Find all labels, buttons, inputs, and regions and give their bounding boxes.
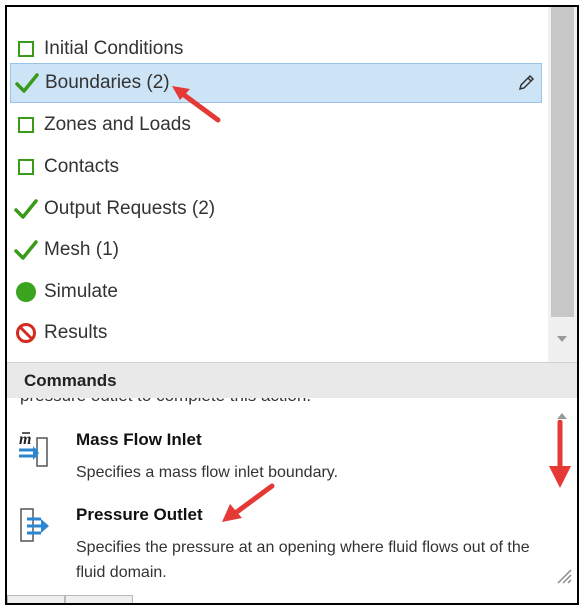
- scroll-down-icon[interactable]: [556, 335, 568, 343]
- no-entry-icon: [14, 321, 38, 345]
- cut-off-text: pressure outlet to complete this action.: [20, 398, 311, 406]
- tree-item-contacts[interactable]: Contacts: [10, 147, 542, 187]
- command-description: Specifies the pressure at an opening whe…: [76, 539, 530, 581]
- checkmark-icon: [14, 197, 38, 221]
- tree-item-zones-and-loads[interactable]: Zones and Loads: [10, 105, 542, 145]
- tree-item-label: Mesh (1): [44, 239, 119, 260]
- command-title: Pressure Outlet: [76, 505, 203, 524]
- mass-flow-inlet-icon: m: [17, 430, 53, 470]
- command-title: Mass Flow Inlet: [76, 430, 202, 449]
- checkmark-icon: [15, 71, 39, 95]
- command-description: Specifies a mass flow inlet boundary.: [76, 464, 339, 481]
- edit-pencil-icon[interactable]: [517, 74, 535, 98]
- tree-item-label: Zones and Loads: [44, 114, 191, 135]
- workflow-tree: Initial Conditions Boundaries (2) Zones …: [7, 7, 548, 362]
- tree-item-simulate[interactable]: Simulate: [10, 272, 542, 312]
- incomplete-square-icon: [14, 37, 38, 61]
- commands-header: Commands: [7, 362, 577, 398]
- green-dot-icon: [14, 280, 38, 304]
- bottom-tab[interactable]: [65, 595, 133, 603]
- scrollbar-thumb[interactable]: [551, 7, 574, 317]
- tree-item-label: Contacts: [44, 156, 119, 177]
- commands-scrollbar[interactable]: [548, 398, 577, 598]
- bottom-tabs: [7, 595, 577, 603]
- commands-list: pressure outlet to complete this action.…: [7, 398, 548, 598]
- tree-item-label: Initial Conditions: [44, 38, 184, 59]
- incomplete-square-icon: [14, 155, 38, 179]
- checkmark-icon: [14, 238, 38, 262]
- pressure-outlet-icon: [17, 505, 53, 545]
- incomplete-square-icon: [14, 113, 38, 137]
- tree-item-output-requests[interactable]: Output Requests (2): [10, 189, 542, 229]
- bottom-tab[interactable]: [7, 595, 65, 603]
- tree-item-label: Boundaries (2): [45, 72, 170, 93]
- tree-item-label: Results: [44, 322, 108, 343]
- tree-item-results[interactable]: Results: [10, 313, 542, 353]
- tree-item-label: Simulate: [44, 281, 118, 302]
- scroll-up-icon[interactable]: [556, 412, 568, 420]
- tree-scrollbar[interactable]: [548, 7, 577, 362]
- tree-item-label: Output Requests (2): [44, 198, 216, 219]
- tree-item-mesh[interactable]: Mesh (1): [10, 230, 542, 270]
- tree-item-boundaries[interactable]: Boundaries (2): [10, 63, 542, 103]
- workflow-panel: Initial Conditions Boundaries (2) Zones …: [5, 5, 579, 605]
- resize-grip-icon[interactable]: [554, 566, 572, 584]
